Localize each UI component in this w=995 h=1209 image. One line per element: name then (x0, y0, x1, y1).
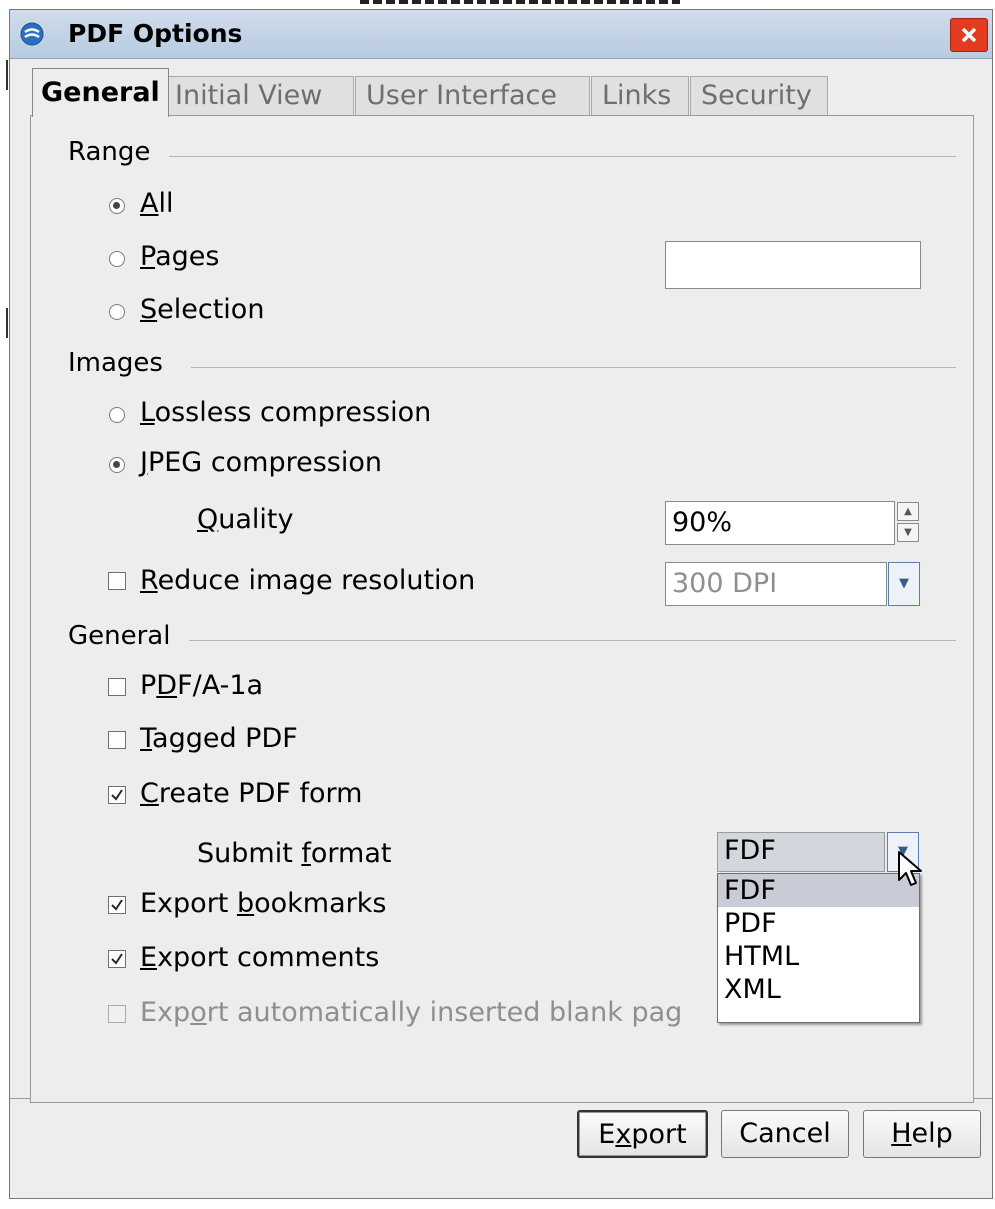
checkbox-pdfa-1a[interactable] (108, 678, 126, 696)
label-reduce-image-resolution[interactable]: Reduce image resolution (140, 564, 475, 598)
checkbox-reduce-image-resolution[interactable] (108, 572, 126, 590)
option-html[interactable]: HTML (718, 940, 919, 973)
tab-initial-view[interactable]: Initial View (164, 76, 354, 116)
checkmark-icon (111, 953, 123, 965)
checkmark-icon (111, 789, 123, 801)
general-heading: General (68, 621, 171, 651)
option-xml[interactable]: XML (718, 973, 919, 1006)
background-window-edge (0, 60, 8, 340)
checkbox-create-pdf-form[interactable] (108, 786, 126, 804)
pdf-options-dialog: PDF Options General Initial View User In… (9, 9, 993, 1199)
tab-general[interactable]: General (32, 68, 169, 117)
radio-jpeg-compression[interactable] (109, 457, 125, 473)
checkbox-export-blank-pages[interactable] (108, 1005, 126, 1023)
quality-spin-down[interactable]: ▼ (897, 523, 919, 542)
arrow-up-icon: ▲ (904, 506, 912, 517)
close-icon (961, 27, 977, 43)
label-quality: Quality (197, 504, 294, 535)
title-bar[interactable]: PDF Options (10, 10, 992, 59)
label-tagged-pdf[interactable]: Tagged PDF (140, 722, 298, 756)
range-heading: Range (68, 137, 151, 167)
radio-range-selection[interactable] (109, 304, 125, 320)
label-pdfa-1a[interactable]: PDF/A-1a (140, 669, 263, 703)
option-pdf[interactable]: PDF (718, 907, 919, 940)
quality-spin-up[interactable]: ▲ (897, 502, 919, 521)
resolution-field[interactable]: 300 DPI (665, 562, 887, 606)
submit-format-field[interactable]: FDF (717, 832, 885, 872)
label-export-blank-pages: Export automatically inserted blank pag (140, 997, 683, 1028)
label-export-comments[interactable]: Export comments (140, 941, 379, 975)
quality-input[interactable]: 90% (665, 501, 895, 545)
submit-format-list: FDF PDF HTML XML (717, 873, 920, 1023)
general-tab-panel: Range All Pages Selection Images Lossles… (30, 115, 974, 1103)
resolution-dropdown-button[interactable]: ▼ (888, 562, 920, 606)
dialog-title: PDF Options (68, 19, 243, 48)
close-button[interactable] (950, 18, 988, 52)
label-export-bookmarks[interactable]: Export bookmarks (140, 887, 386, 921)
label-range-all[interactable]: All (140, 187, 174, 221)
tab-user-interface[interactable]: User Interface (355, 76, 590, 116)
checkbox-export-comments[interactable] (108, 950, 126, 968)
tab-links[interactable]: Links (591, 76, 689, 116)
tab-security[interactable]: Security (690, 76, 828, 116)
arrow-down-icon: ▼ (904, 527, 912, 538)
export-button[interactable]: Export (577, 1110, 708, 1158)
cancel-button[interactable]: Cancel (721, 1110, 849, 1158)
help-button[interactable]: Help (863, 1110, 981, 1158)
label-create-pdf-form[interactable]: Create PDF form (140, 777, 362, 811)
checkbox-tagged-pdf[interactable] (108, 731, 126, 749)
range-separator (169, 156, 956, 157)
label-range-pages[interactable]: Pages (140, 240, 219, 274)
option-fdf[interactable]: FDF (718, 874, 919, 907)
radio-range-pages[interactable] (109, 251, 125, 267)
app-icon (20, 22, 44, 46)
label-lossless-compression[interactable]: Lossless compression (140, 396, 431, 430)
checkbox-export-bookmarks[interactable] (108, 896, 126, 914)
label-jpeg-compression[interactable]: JPEG compression (140, 446, 382, 480)
images-heading: Images (68, 348, 163, 378)
images-separator (191, 367, 956, 368)
label-range-selection[interactable]: Selection (140, 293, 264, 327)
label-submit-format: Submit format (197, 838, 392, 869)
chevron-down-icon: ▼ (899, 576, 909, 591)
general-separator (189, 640, 956, 641)
radio-range-all[interactable] (109, 198, 125, 214)
pages-input[interactable] (665, 241, 921, 289)
checkmark-icon (111, 899, 123, 911)
mouse-cursor-icon (898, 851, 922, 886)
radio-lossless-compression[interactable] (109, 407, 125, 423)
